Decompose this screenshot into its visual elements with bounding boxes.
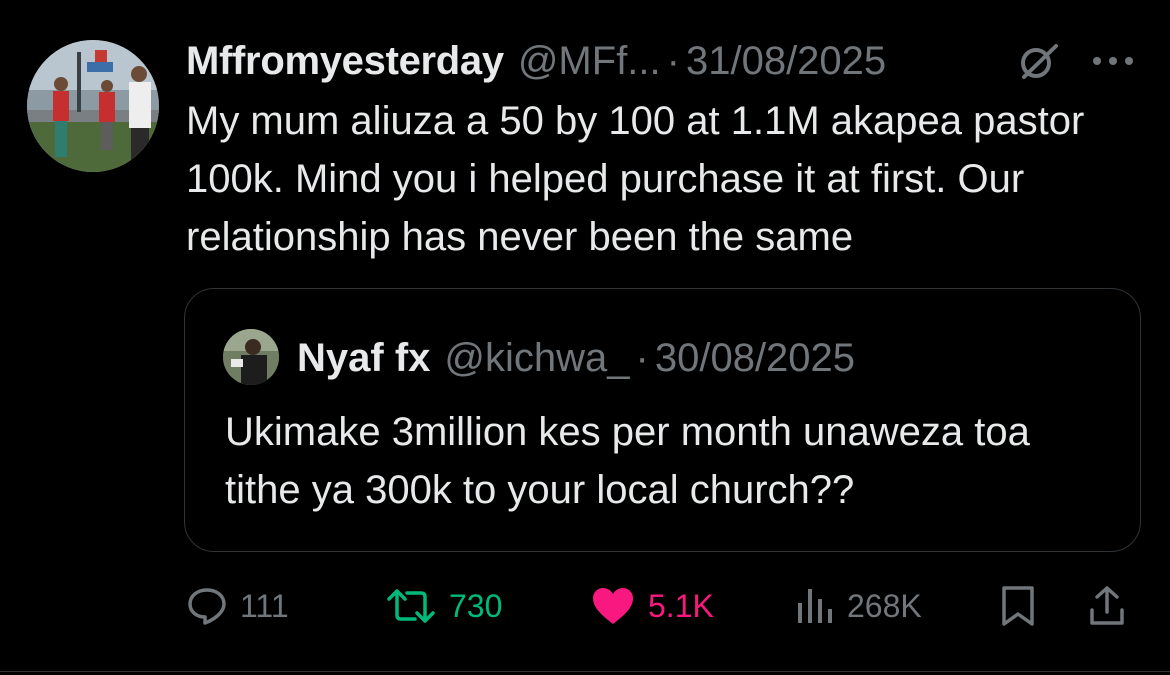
heart-icon [593,588,633,624]
views-chart-icon [798,589,832,623]
quoted-separator-dot: · [635,335,649,380]
tweet-text: My mum aliuza a 50 by 100 at 1.1M akapea… [186,99,1085,259]
bookmark-icon [1002,586,1034,626]
share-button[interactable] [1087,578,1127,634]
repost-count: 730 [449,587,503,624]
quoted-tweet[interactable]: Nyaf fx @kichwa_ · 30/08/2025 Ukimake 3m… [184,288,1141,552]
share-icon [1090,586,1124,625]
more-options-icon[interactable] [1090,54,1136,68]
separator-dot: · [666,38,680,83]
quoted-author-avatar[interactable] [223,329,279,385]
quoted-author-handle[interactable]: @kichwa_ [444,336,629,381]
quoted-avatar-photo [223,329,279,385]
bookmark-button[interactable] [998,578,1038,634]
author-handle[interactable]: @MFf... [518,39,661,84]
quoted-tweet-text: Ukimake 3million kes per month unaweza t… [225,410,1030,512]
quoted-author-display-name[interactable]: Nyaf fx [297,336,430,381]
author-display-name[interactable]: Mffromyesterday [186,39,504,84]
reply-icon [188,588,226,625]
repost-button[interactable]: 730 [385,578,502,634]
like-button[interactable]: 5.1K [590,578,714,634]
quoted-tweet-date[interactable]: 30/08/2025 [655,336,855,381]
author-avatar[interactable] [27,40,159,172]
avatar-photo [27,40,159,172]
like-count: 5.1K [648,587,714,624]
grok-icon[interactable] [1016,42,1062,82]
action-bar: 111 730 5.1K 268K [0,578,1170,634]
tweet: Mffromyesterday @MFf... · 31/08/2025 My … [0,0,1170,675]
views-count: 268K [847,587,922,624]
reply-count: 111 [240,587,289,624]
tweet-date[interactable]: 31/08/2025 [686,39,886,84]
divider [0,671,1170,672]
repost-icon [387,589,435,623]
tweet-header: Mffromyesterday @MFf... · 31/08/2025 [186,36,886,86]
quoted-tweet-header: Nyaf fx @kichwa_ · 30/08/2025 [297,333,855,383]
reply-button[interactable]: 111 [186,578,289,634]
views-button[interactable]: 268K [795,578,922,634]
